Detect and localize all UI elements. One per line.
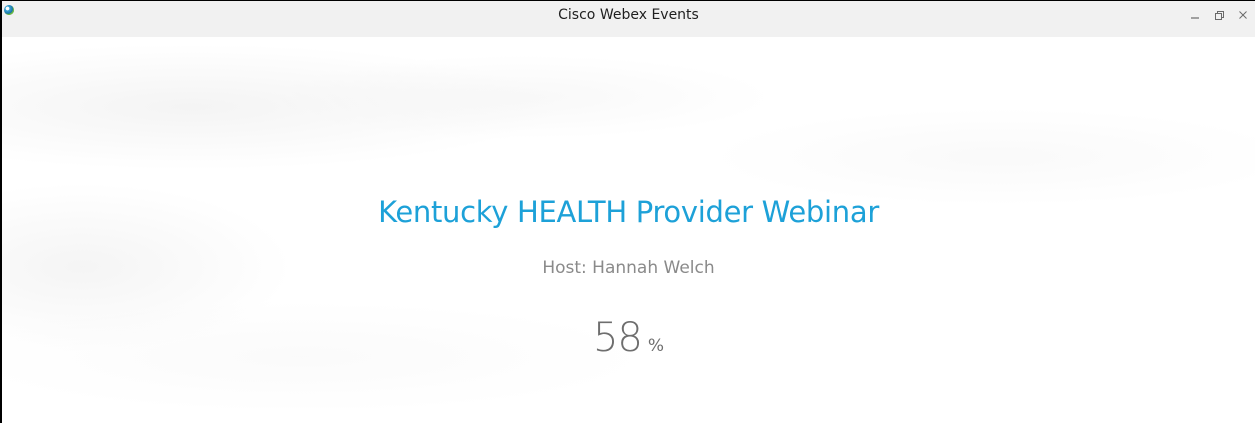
host-name: Host: Hannah Welch [542, 258, 715, 278]
loading-screen: Kentucky HEALTH Provider Webinar Host: H… [2, 37, 1255, 423]
restore-icon [1214, 10, 1224, 20]
minimize-button[interactable] [1183, 3, 1207, 27]
title-bar[interactable]: Cisco Webex Events [2, 1, 1255, 37]
close-button[interactable] [1231, 3, 1255, 27]
window-controls [1183, 3, 1255, 27]
progress-value: 58 [592, 315, 643, 361]
app-window: Cisco Webex Events Kentucky HEALTH Provi… [0, 0, 1255, 423]
window-title: Cisco Webex Events [558, 7, 699, 23]
minimize-icon [1191, 17, 1199, 19]
event-title: Kentucky HEALTH Provider Webinar [378, 195, 879, 229]
close-icon [1239, 11, 1247, 19]
loading-progress: 58% [2, 315, 1255, 361]
restore-button[interactable] [1207, 3, 1231, 27]
progress-unit: % [647, 336, 665, 356]
